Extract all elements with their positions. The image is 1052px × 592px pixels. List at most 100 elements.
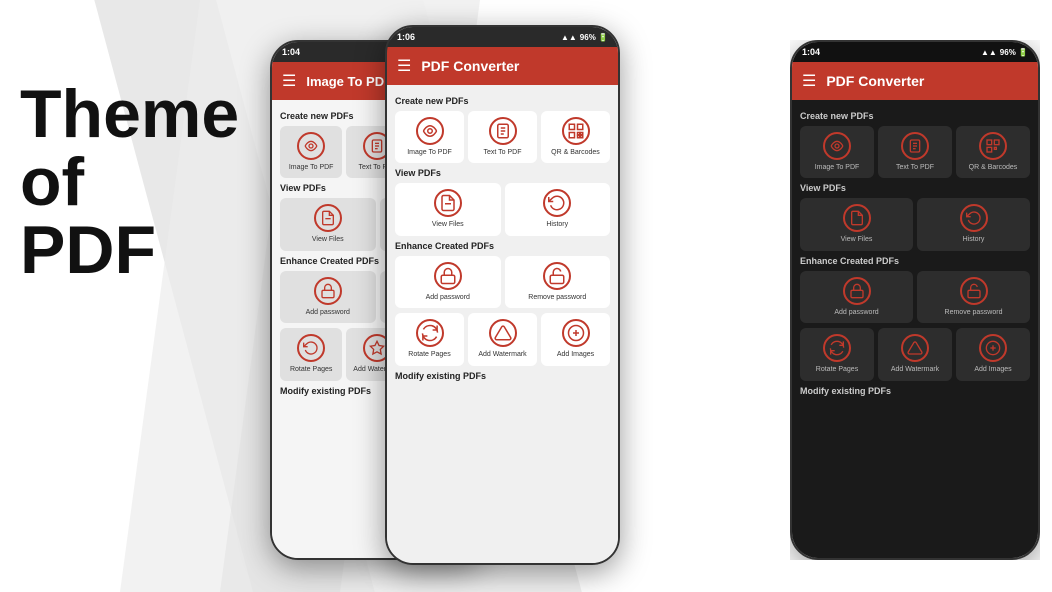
add-password-icon-middle xyxy=(434,262,462,290)
add-images-icon-middle xyxy=(562,319,590,347)
content-right: Create new PDFs Image To PDF Text To PDF xyxy=(792,100,1038,558)
time-right: 1:04 xyxy=(802,47,820,57)
item-image-pdf-right[interactable]: Image To PDF xyxy=(800,126,874,178)
image-pdf-icon-right xyxy=(823,132,851,160)
remove-password-label-right: Remove password xyxy=(945,309,1003,317)
signal-icon-middle: ▲▲ xyxy=(561,33,577,42)
section-create-middle: Create new PDFs xyxy=(395,96,610,106)
section-create-right: Create new PDFs xyxy=(800,111,1030,121)
history-label-right: History xyxy=(963,236,985,244)
qr-icon-middle xyxy=(562,117,590,145)
section-enhance-middle: Enhance Created PDFs xyxy=(395,241,610,251)
status-bar-middle: 1:06 ▲▲ 96% 🔋 xyxy=(387,27,618,47)
item-view-files-left[interactable]: View Files xyxy=(280,198,376,250)
signal-icon-right: ▲▲ xyxy=(981,48,997,57)
time-left: 1:04 xyxy=(282,47,300,57)
text-pdf-icon-right xyxy=(901,132,929,160)
item-qr-right[interactable]: QR & Barcodes xyxy=(956,126,1030,178)
history-label-middle: History xyxy=(546,221,568,229)
remove-password-label-middle: Remove password xyxy=(528,294,586,302)
menu-icon-right[interactable]: ☰ xyxy=(802,71,816,91)
menu-icon-left[interactable]: ☰ xyxy=(282,71,296,91)
rotate-label-left: Rotate Pages xyxy=(290,366,332,374)
text-pdf-icon-middle xyxy=(489,117,517,145)
item-add-password-left[interactable]: Add password xyxy=(280,271,376,323)
image-pdf-icon-left xyxy=(297,132,325,160)
watermark-label-right: Add Watermark xyxy=(891,366,939,374)
grid-create-right: Image To PDF Text To PDF QR & Barcodes xyxy=(800,126,1030,178)
item-history-middle[interactable]: History xyxy=(505,183,611,235)
item-add-images-middle[interactable]: Add Images xyxy=(541,313,610,365)
item-history-right[interactable]: History xyxy=(917,198,1030,250)
app-title-right: PDF Converter xyxy=(826,73,924,89)
add-password-icon-left xyxy=(314,277,342,305)
item-watermark-middle[interactable]: Add Watermark xyxy=(468,313,537,365)
item-rotate-right[interactable]: Rotate Pages xyxy=(800,328,874,380)
item-text-pdf-right[interactable]: Text To PDF xyxy=(878,126,952,178)
view-files-icon-middle xyxy=(434,189,462,217)
item-remove-password-middle[interactable]: Remove password xyxy=(505,256,611,308)
image-pdf-label-right: Image To PDF xyxy=(815,164,860,172)
grid-view-middle: View Files History xyxy=(395,183,610,235)
view-files-icon-left xyxy=(314,204,342,232)
app-title-middle: PDF Converter xyxy=(421,58,519,74)
app-header-middle: ☰ PDF Converter xyxy=(387,47,618,85)
item-remove-password-right[interactable]: Remove password xyxy=(917,271,1030,323)
rotate-label-right: Rotate Pages xyxy=(816,366,858,374)
phone-right-screen: 1:04 ▲▲ 96% 🔋 ☰ PDF Converter Create new… xyxy=(792,42,1038,558)
add-images-label-middle: Add Images xyxy=(557,351,594,359)
item-add-password-right[interactable]: Add password xyxy=(800,271,913,323)
content-middle: Create new PDFs Image To PDF Text To PDF xyxy=(387,85,618,563)
remove-password-icon-right xyxy=(960,277,988,305)
grid-enhance-right: Add password Remove password xyxy=(800,271,1030,323)
qr-icon-right xyxy=(979,132,1007,160)
title-line2: of xyxy=(20,148,239,216)
section-enhance-right: Enhance Created PDFs xyxy=(800,256,1030,266)
item-rotate-middle[interactable]: Rotate Pages xyxy=(395,313,464,365)
app-title-left: Image To PDF xyxy=(306,74,392,89)
phone-middle: 1:06 ▲▲ 96% 🔋 ☰ PDF Converter Create new… xyxy=(385,25,620,565)
qr-label-right: QR & Barcodes xyxy=(969,164,1018,172)
view-files-label-left: View Files xyxy=(312,236,344,244)
item-watermark-right[interactable]: Add Watermark xyxy=(878,328,952,380)
watermark-icon-right xyxy=(901,334,929,362)
status-icons-right: ▲▲ 96% 🔋 xyxy=(981,48,1028,57)
battery-right: 96% 🔋 xyxy=(1000,48,1028,57)
menu-icon-middle[interactable]: ☰ xyxy=(397,56,411,76)
hero-title: Theme of PDF xyxy=(20,80,239,284)
add-images-label-right: Add Images xyxy=(974,366,1011,374)
view-files-label-middle: View Files xyxy=(432,221,464,229)
section-view-right: View PDFs xyxy=(800,183,1030,193)
add-password-label-right: Add password xyxy=(834,309,878,317)
qr-label-middle: QR & Barcodes xyxy=(551,149,600,157)
item-text-pdf-middle[interactable]: Text To PDF xyxy=(468,111,537,163)
grid-rotate-middle: Rotate Pages Add Watermark Add Images xyxy=(395,313,610,365)
rotate-icon-middle xyxy=(416,319,444,347)
section-modify-right: Modify existing PDFs xyxy=(800,386,1030,396)
add-password-icon-right xyxy=(843,277,871,305)
watermark-icon-middle xyxy=(489,319,517,347)
item-image-pdf-left[interactable]: Image To PDF xyxy=(280,126,342,178)
time-middle: 1:06 xyxy=(397,32,415,42)
title-line1: Theme xyxy=(20,80,239,148)
status-bar-right: 1:04 ▲▲ 96% 🔋 xyxy=(792,42,1038,62)
rotate-icon-right xyxy=(823,334,851,362)
image-pdf-icon-middle xyxy=(416,117,444,145)
item-qr-middle[interactable]: QR & Barcodes xyxy=(541,111,610,163)
grid-view-right: View Files History xyxy=(800,198,1030,250)
grid-rotate-right: Rotate Pages Add Watermark Add Images xyxy=(800,328,1030,380)
image-pdf-label-middle: Image To PDF xyxy=(407,149,452,157)
title-line3: PDF xyxy=(20,216,239,284)
watermark-label-middle: Add Watermark xyxy=(478,351,526,359)
rotate-icon-left xyxy=(297,334,325,362)
item-rotate-left[interactable]: Rotate Pages xyxy=(280,328,342,380)
item-image-pdf-middle[interactable]: Image To PDF xyxy=(395,111,464,163)
rotate-label-middle: Rotate Pages xyxy=(408,351,450,359)
item-view-files-right[interactable]: View Files xyxy=(800,198,913,250)
item-add-images-right[interactable]: Add Images xyxy=(956,328,1030,380)
view-files-label-right: View Files xyxy=(841,236,873,244)
app-header-right: ☰ PDF Converter xyxy=(792,62,1038,100)
item-view-files-middle[interactable]: View Files xyxy=(395,183,501,235)
item-add-password-middle[interactable]: Add password xyxy=(395,256,501,308)
grid-create-middle: Image To PDF Text To PDF QR & Barcodes xyxy=(395,111,610,163)
